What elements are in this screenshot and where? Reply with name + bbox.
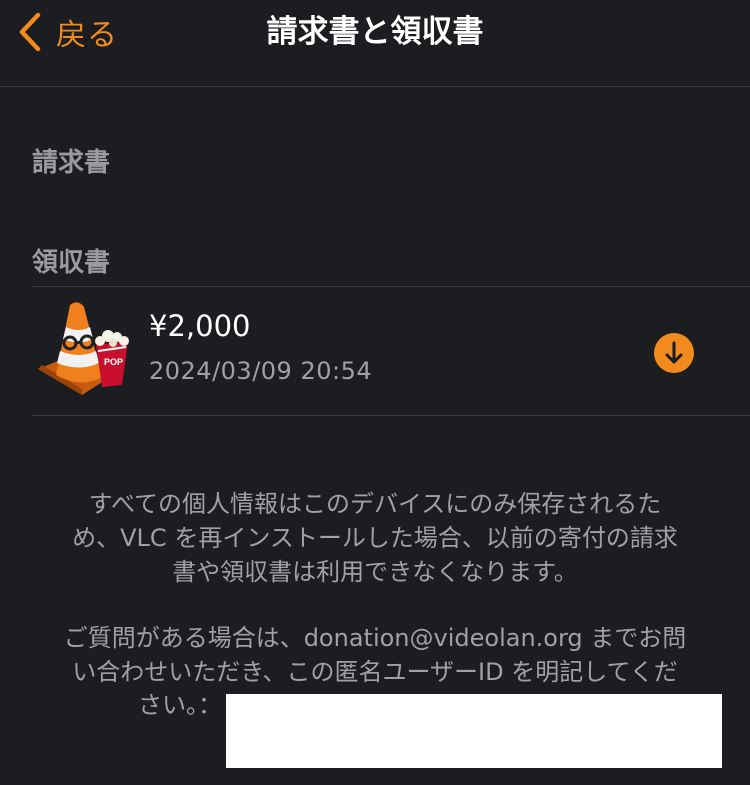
contact-notice-line: ご質問がある場合は、donation@videolan.org までお問 [63,624,687,652]
redacted-user-id [226,694,722,768]
invoices-section-header: 請求書 [32,148,111,178]
privacy-notice: すべての個人情報はこのデバイスにのみ保存されるた め、VLC を再インストールし… [30,487,720,589]
receipt-row: POP ¥2,000 2024/03/09 20:54 [32,287,750,415]
contact-notice-line: い合わせいただき、この匿名ユーザーID を明記してくだ [72,658,678,686]
arrow-down-icon [665,341,683,364]
svg-text:POP: POP [104,357,123,367]
contact-notice: ご質問がある場合は、donation@videolan.org までお問 い合わ… [30,621,720,689]
divider [32,415,750,416]
navigation-bar: 戻る 請求書と領収書 [0,0,750,87]
receipt-amount: ¥2,000 [149,309,251,343]
receipt-date: 2024/03/09 20:54 [149,357,373,385]
receipts-section-header: 領収書 [32,248,111,278]
privacy-notice-line: すべての個人情報はこのデバイスにのみ保存されるた [88,490,662,518]
contact-notice-line: さい。： [138,691,222,719]
privacy-notice-line: め、VLC を再インストールした場合、以前の寄付の請求 [72,524,678,552]
privacy-notice-line: 書や領収書は利用できなくなります。 [172,558,578,586]
page-title: 請求書と領収書 [266,14,484,50]
download-receipt-button[interactable] [654,333,694,373]
vlc-cone-popcorn-icon: POP [38,302,129,395]
